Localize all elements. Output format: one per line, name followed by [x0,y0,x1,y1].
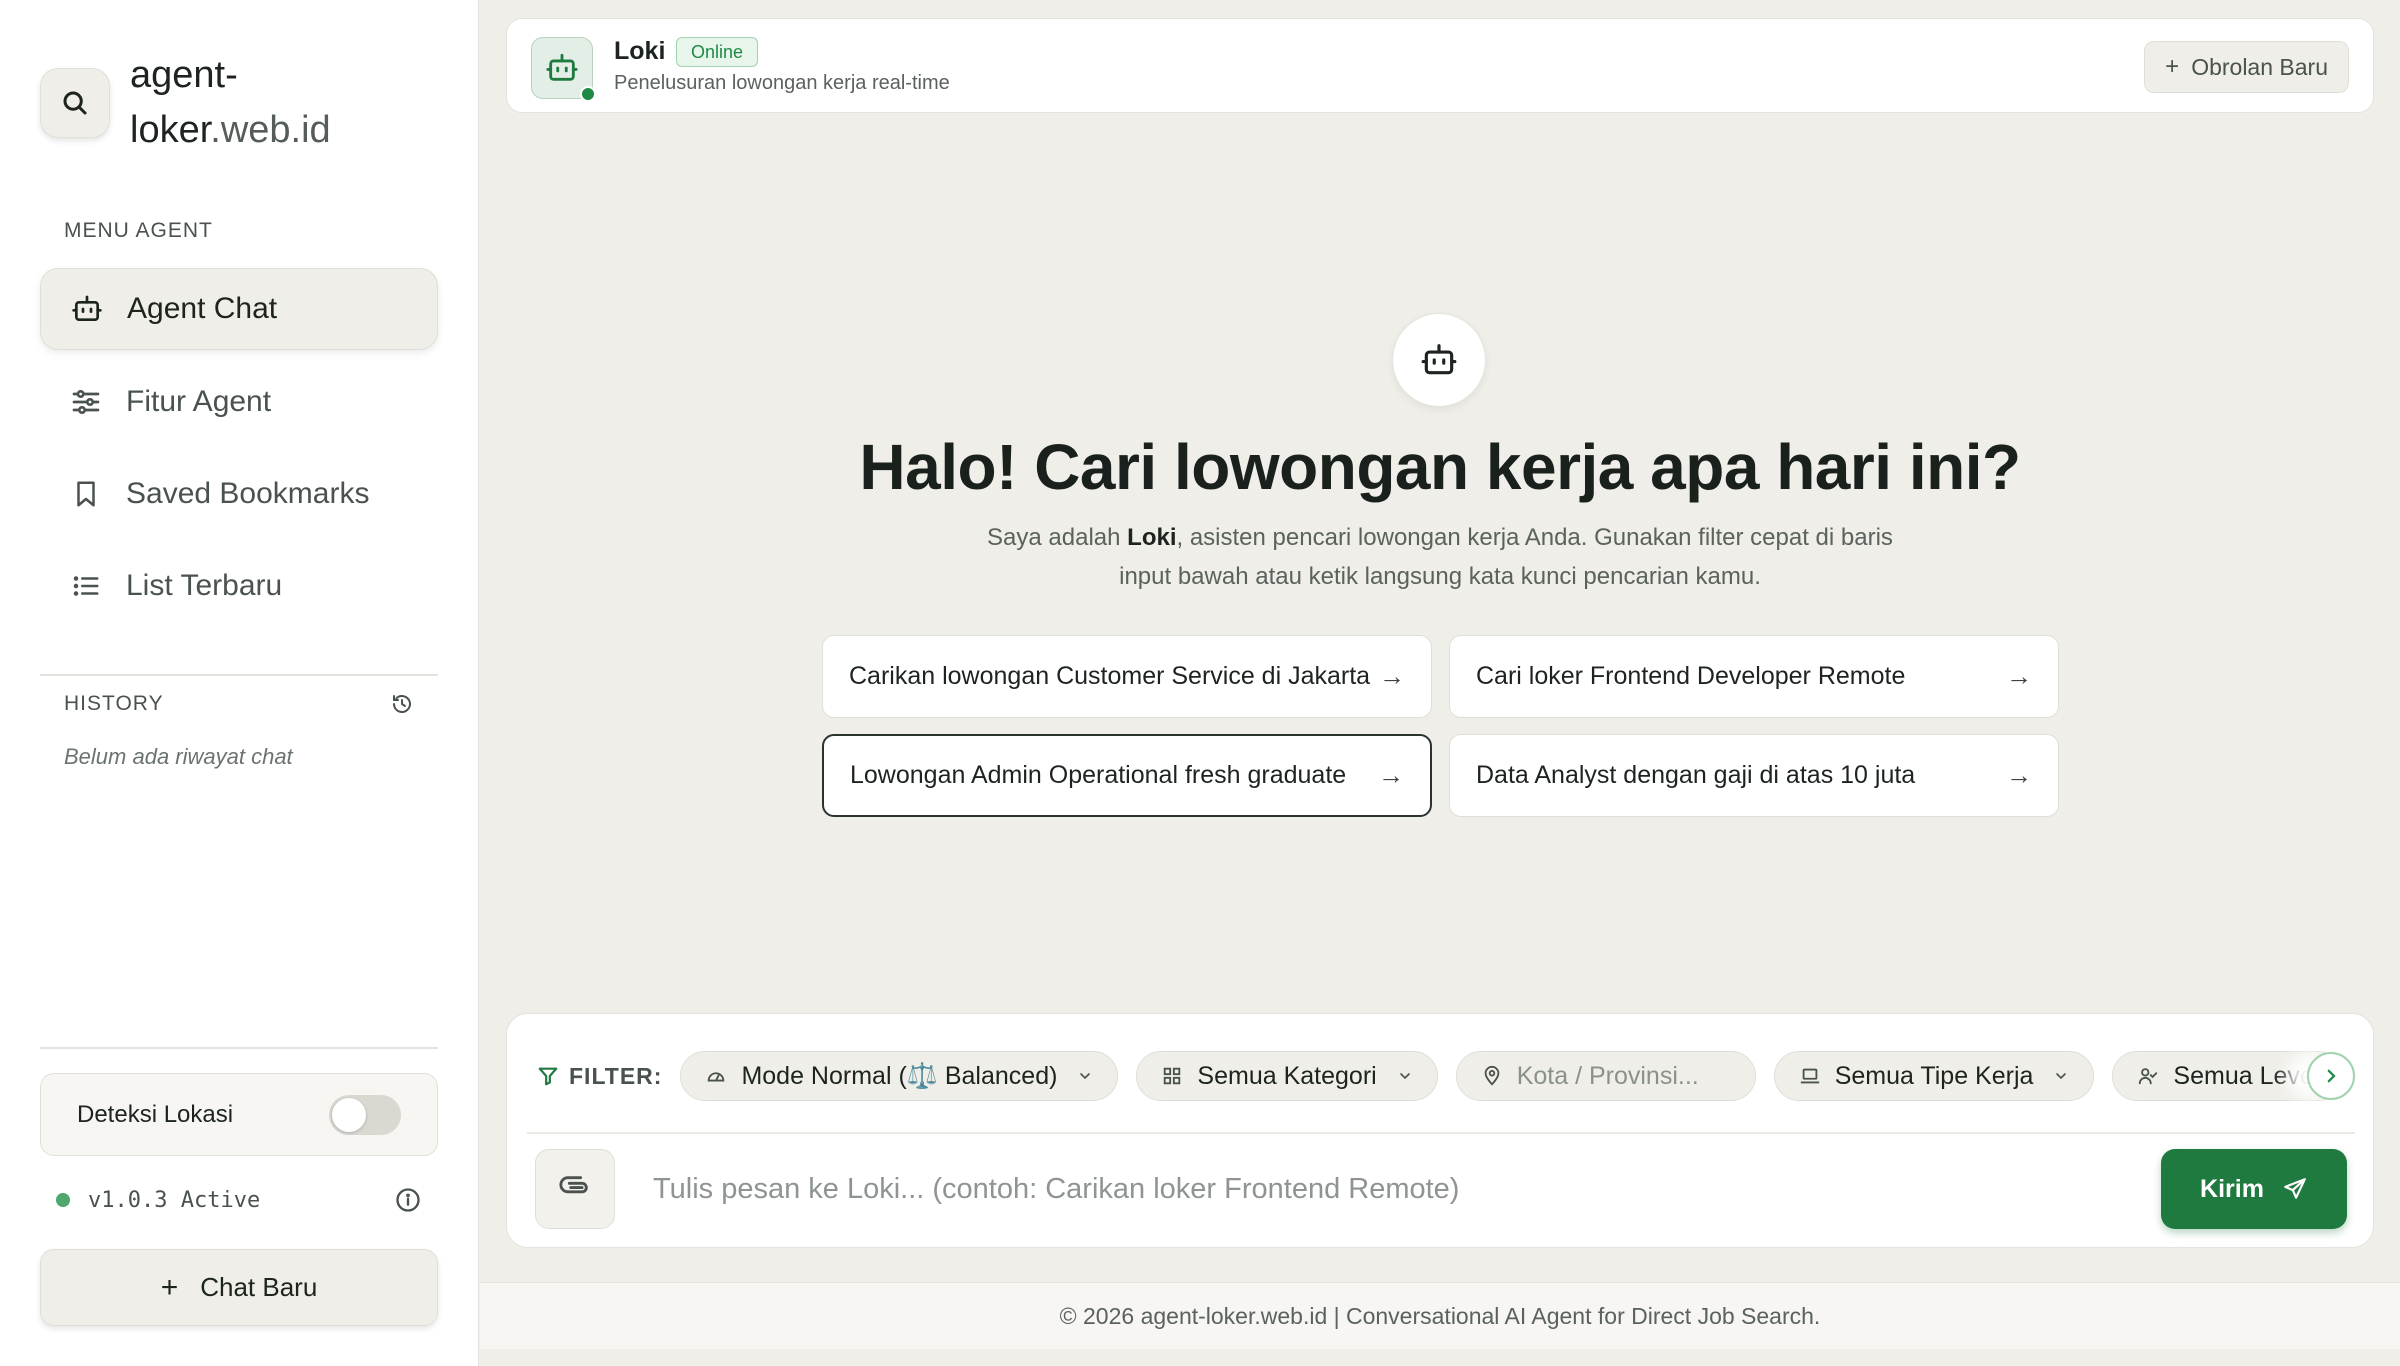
desc-prefix: Saya adalah [987,524,1128,551]
sidebar-item-label: Saved Bookmarks [126,477,370,510]
plus-icon: + [160,1270,179,1304]
sidebar-item-saved-bookmarks[interactable]: Saved Bookmarks [40,453,438,535]
attach-button[interactable] [535,1149,615,1229]
mode-select[interactable]: Mode Normal (⚖️ Balanced) [680,1051,1119,1101]
version-status: v1.0.3 Active [56,1186,422,1214]
sliders-icon [68,384,104,420]
level-select-value: Semua Level [2173,1061,2320,1090]
info-icon[interactable] [394,1186,422,1214]
online-indicator [580,86,596,102]
arrow-right-icon: → [2006,760,2032,790]
arrow-right-icon: → [1379,661,1405,691]
mode-select-value: Mode Normal (⚖️ Balanced) [741,1061,1058,1090]
sidebar-item-fitur-agent[interactable]: Fitur Agent [40,361,438,443]
paperclip-icon [558,1172,592,1206]
filter-scroll-right-button[interactable] [2307,1052,2355,1100]
message-input[interactable] [653,1159,2053,1219]
new-chat-button[interactable]: + Chat Baru [40,1249,438,1326]
bookmark-icon [68,476,104,512]
suggestion-text: Cari loker Frontend Developer Remote [1476,662,1906,690]
history-label: HISTORY [64,692,164,715]
history-header: HISTORY [64,692,414,716]
sidebar-item-label: Fitur Agent [126,385,272,418]
menu-section-label: MENU AGENT [64,219,213,242]
sidebar-divider [40,1047,438,1049]
new-conversation-button[interactable]: + Obrolan Baru [2144,41,2349,93]
list-icon [68,568,104,604]
gauge-icon [705,1065,727,1087]
filter-label-text: FILTER: [569,1062,663,1089]
category-select[interactable]: Semua Kategori [1136,1051,1438,1101]
chevron-down-icon [1397,1062,1413,1091]
category-select-value: Semua Kategori [1197,1061,1377,1090]
send-button[interactable]: Kirim [2161,1149,2347,1229]
composer-divider [527,1132,2355,1134]
search-icon [40,68,110,138]
plus-icon: + [2165,53,2180,80]
version-text: v1.0.3 Active [88,1187,261,1213]
welcome-title: Halo! Cari lowongan kerja apa hari ini? [859,431,2021,503]
location-detection-card: Deteksi Lokasi [40,1073,438,1156]
location-detection-label: Deteksi Lokasi [77,1100,234,1128]
footer-text: © 2026 agent-loker.web.id | Conversation… [1059,1302,1821,1329]
sidebar-divider [40,674,438,676]
status-badge: Online [676,37,759,67]
hero-avatar [1392,313,1486,407]
history-empty-text: Belum ada riwayat chat [64,744,293,769]
chevron-right-icon [2327,1069,2336,1083]
desc-agent-name: Loki [1127,524,1177,551]
suggestion-text: Data Analyst dengan gaji di atas 10 juta [1476,761,1916,789]
sidebar-item-list-terbaru[interactable]: List Terbaru [40,545,438,627]
filter-icon [537,1065,559,1087]
agent-name: Loki [614,37,666,65]
sidebar-item-label: List Terbaru [126,569,283,602]
filter-label: FILTER: [537,1063,662,1090]
send-icon [2282,1176,2308,1202]
message-composer: FILTER: Mode Normal (⚖️ Balanced) Semua … [506,1013,2374,1248]
send-label: Kirim [2200,1174,2264,1203]
laptop-icon [1799,1065,1821,1087]
filter-row: FILTER: Mode Normal (⚖️ Balanced) Semua … [537,1050,2347,1102]
arrow-right-icon: → [2006,661,2032,691]
suggestion-card[interactable]: Data Analyst dengan gaji di atas 10 juta… [1449,734,2059,817]
suggestion-card[interactable]: Cari loker Frontend Developer Remote → [1449,635,2059,718]
desc-suffix: , asisten pencari lowongan kerja Anda. G… [1119,524,1893,590]
history-icon[interactable] [390,692,414,716]
brand-name-suffix: .web.id [210,109,331,151]
work-type-select-value: Semua Tipe Kerja [1834,1061,2034,1090]
chevron-down-icon [2053,1062,2069,1091]
map-pin-icon [1481,1065,1503,1087]
sidebar: agent-loker.web.id MENU AGENT Agent Chat… [0,0,479,1366]
sidebar-item-label: Agent Chat [127,292,278,325]
user-check-icon [2137,1065,2159,1087]
sidebar-item-agent-chat[interactable]: Agent Chat [40,268,438,350]
work-type-select[interactable]: Semua Tipe Kerja [1773,1051,2095,1101]
location-placeholder: Kota / Provinsi... [1516,1061,1699,1090]
agent-subtitle: Penelusuran lowongan kerja real-time [614,72,950,94]
suggestion-card[interactable]: Carikan lowongan Customer Service di Jak… [822,635,1432,718]
new-chat-label: Chat Baru [200,1272,318,1302]
status-dot [56,1193,70,1207]
chevron-down-icon [1077,1062,1093,1091]
suggestion-text: Lowongan Admin Operational fresh graduat… [850,761,1347,789]
grid-icon [1161,1065,1183,1087]
location-input[interactable]: Kota / Provinsi... [1455,1051,1756,1101]
location-detection-toggle[interactable] [329,1094,401,1135]
arrow-right-icon: → [1378,760,1404,790]
welcome-description: Saya adalah Loki, asisten pencari lowong… [980,518,1900,596]
agent-avatar [531,37,596,102]
robot-icon [545,51,579,85]
footer: © 2026 agent-loker.web.id | Conversation… [480,1282,2400,1349]
brand-name: agent-loker.web.id [130,48,380,158]
suggestion-card[interactable]: Lowongan Admin Operational fresh graduat… [822,734,1432,817]
brand[interactable]: agent-loker.web.id [40,48,380,158]
robot-icon [1420,341,1458,379]
suggestion-text: Carikan lowongan Customer Service di Jak… [849,662,1371,690]
robot-icon [69,291,105,327]
new-conversation-label: Obrolan Baru [2191,53,2328,80]
toggle-knob [332,1097,366,1132]
chat-header: Loki Online Penelusuran lowongan kerja r… [506,18,2374,113]
